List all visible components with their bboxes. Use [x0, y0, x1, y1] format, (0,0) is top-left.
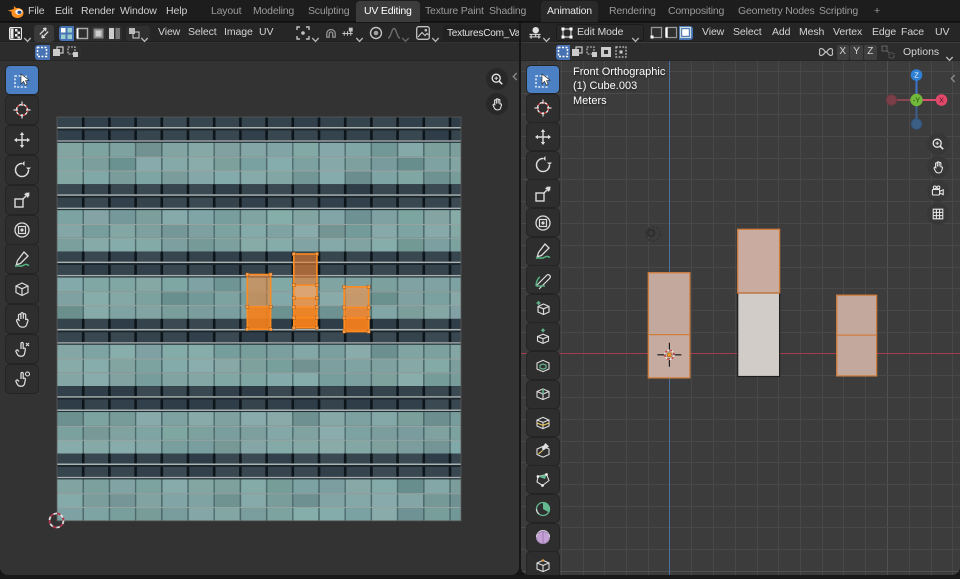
svg-text:X: X [939, 96, 944, 105]
svg-text:-Y: -Y [913, 96, 921, 105]
svg-text:Z: Z [914, 71, 919, 80]
